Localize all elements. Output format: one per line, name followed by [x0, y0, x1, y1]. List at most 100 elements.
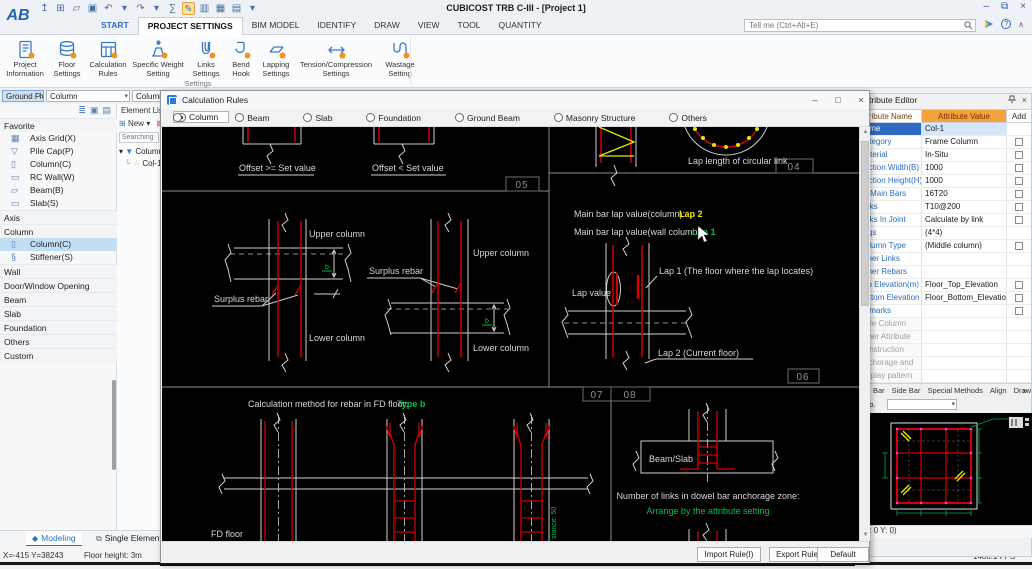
grid-view-icon[interactable]: ▤	[102, 105, 111, 116]
help-icon[interactable]: ?	[1001, 19, 1011, 29]
ribbon-button-calculation-rules[interactable]: Calculation Rules	[86, 37, 130, 78]
add-checkbox[interactable]	[1015, 138, 1023, 146]
list-view-icon[interactable]: ≣	[78, 105, 86, 116]
attribute-row-links[interactable]: LinksT10@200	[856, 201, 1031, 214]
tellme-input[interactable]	[744, 19, 976, 32]
radio-others[interactable]: Others	[669, 113, 707, 123]
tab-bim-model[interactable]: BIM MODEL	[243, 17, 309, 35]
sidebar-section-axis[interactable]: Axis	[0, 210, 117, 224]
attribute-value[interactable]: In-Situ	[922, 149, 1007, 161]
attribute-value[interactable]	[922, 357, 1007, 369]
radio-circle-icon[interactable]	[235, 113, 244, 122]
element-type-select[interactable]: Column▾	[46, 90, 130, 102]
attribute-row-core-column[interactable]: Core Column	[856, 318, 1031, 331]
attribute-row-construction[interactable]: Construction	[856, 344, 1031, 357]
add-checkbox[interactable]	[1015, 164, 1023, 172]
attr-tab-bar[interactable]: Bar	[873, 386, 885, 395]
radio-circle-icon[interactable]	[366, 113, 375, 122]
radio-beam[interactable]: Beam	[235, 113, 269, 123]
radio-circle-icon[interactable]	[669, 113, 678, 122]
attribute-value[interactable]: Frame Column	[922, 136, 1007, 148]
attribute-value[interactable]: 1000	[922, 175, 1007, 187]
ribbon-button-tension-compression-settings[interactable]: Tension/Compression Settings	[296, 37, 376, 78]
sidebar-item-stiffener-s[interactable]: §Stiffener(S)	[0, 251, 117, 264]
sidebar-section-beam[interactable]: Beam	[0, 292, 117, 306]
attribute-row-other-attribute[interactable]: Other Attribute	[856, 331, 1031, 344]
add-checkbox[interactable]	[1015, 203, 1023, 211]
sidebar-section-others[interactable]: Others	[0, 334, 117, 348]
tab-start[interactable]: START	[92, 17, 138, 35]
attribute-value[interactable]	[922, 305, 1007, 317]
close-icon[interactable]: ×	[1020, 1, 1026, 12]
new-element-button[interactable]: New	[128, 119, 144, 128]
add-checkbox[interactable]	[1015, 190, 1023, 198]
attribute-value[interactable]: 16T20	[922, 188, 1007, 200]
floor-select[interactable]: Ground Floor▾	[2, 90, 44, 102]
attribute-row-top-elevation-m[interactable]: Top Elevation(m)Floor_Top_Elevation	[856, 279, 1031, 292]
radio-foundation[interactable]: Foundation	[366, 113, 421, 123]
button-import-rule-i[interactable]: Import Rule(I)	[697, 547, 761, 562]
redo-icon[interactable]: ↷	[134, 2, 147, 15]
dialog-scrollbar[interactable]: ▲ ▼	[859, 127, 870, 541]
attribute-row-other-links[interactable]: Other Links	[856, 253, 1031, 266]
open-icon[interactable]: ▱	[70, 2, 83, 15]
attribute-row-other-rebars[interactable]: Other Rebars	[856, 266, 1031, 279]
tab-project-settings[interactable]: PROJECT SETTINGS	[138, 17, 243, 35]
pin-icon[interactable]	[1008, 95, 1016, 104]
table-icon[interactable]: ▥	[198, 2, 211, 15]
edit-highlight-icon[interactable]: ✎	[182, 2, 195, 15]
attr-tab-special-methods[interactable]: Special Methods	[927, 386, 982, 395]
dialog-maximize-icon[interactable]: □	[829, 94, 847, 107]
attribute-row-name[interactable]: NameCol-1	[856, 123, 1031, 136]
close-panel-icon[interactable]: ×	[1022, 95, 1027, 105]
element-search-input[interactable]	[119, 132, 159, 143]
attribute-row-section-height-h[interactable]: Section Height(H)1000	[856, 175, 1031, 188]
tab-quantity[interactable]: QUANTITY	[490, 17, 551, 35]
sidebar-section-wall[interactable]: Wall	[0, 264, 117, 278]
attr-tab-side-bar[interactable]: Side Bar	[892, 386, 921, 395]
attribute-row-material[interactable]: MaterialIn-Situ	[856, 149, 1031, 162]
attribute-value[interactable]: T10@200	[922, 201, 1007, 213]
attribute-value[interactable]	[922, 253, 1007, 265]
ribbon-button-floor-settings[interactable]: Floor Settings	[48, 37, 86, 78]
undo-icon[interactable]: ↶	[102, 2, 115, 15]
attribute-value[interactable]: 1000	[922, 162, 1007, 174]
radio-slab[interactable]: Slab	[303, 113, 332, 123]
radio-circle-icon[interactable]	[554, 113, 563, 122]
tab-modeling[interactable]: ◆Modeling	[26, 531, 82, 547]
scrollbar-thumb[interactable]	[861, 141, 869, 306]
ribbon-button-lapping-settings[interactable]: Lapping Settings	[256, 37, 296, 78]
sum-icon[interactable]: ∑	[166, 2, 179, 15]
tab-identify[interactable]: IDENTIFY	[308, 17, 365, 35]
tab-view[interactable]: VIEW	[409, 17, 449, 35]
add-checkbox[interactable]	[1015, 151, 1023, 159]
radio-circle-icon[interactable]	[455, 113, 464, 122]
attribute-value[interactable]	[922, 318, 1007, 330]
button-default[interactable]: Default	[817, 547, 869, 562]
sidebar-item-beam-b[interactable]: ▱Beam(B)	[0, 184, 117, 197]
element-tree-root[interactable]: ▾ ▼ Column	[119, 147, 163, 156]
redo-dropdown-icon[interactable]: ▾	[150, 2, 163, 15]
toolbar-overflow-icon[interactable]: ▾	[246, 2, 259, 15]
add-checkbox[interactable]	[1015, 177, 1023, 185]
radio-circle-icon[interactable]	[303, 113, 312, 122]
radio-masonry-structure[interactable]: Masonry Structure	[554, 113, 635, 123]
ribbon-button-specific-weight-setting[interactable]: Specific Weight Setting	[130, 37, 186, 78]
tab-draw[interactable]: DRAW	[365, 17, 409, 35]
attribute-row-category[interactable]: CategoryFrame Column	[856, 136, 1031, 149]
ribbon-button-links-settings[interactable]: Links Settings	[186, 37, 226, 78]
attribute-row-legs[interactable]: Legs(4*4)	[856, 227, 1031, 240]
attr-tab-align[interactable]: Align	[990, 386, 1007, 395]
attribute-row-all-main-bars[interactable]: All Main Bars16T20	[856, 188, 1031, 201]
tab-single-element[interactable]: ⧉Single Element	[90, 531, 168, 547]
attribute-row-bottom-elevation[interactable]: Bottom ElevationFloor_Bottom_Elevation	[856, 292, 1031, 305]
attribute-row-remarks[interactable]: Remarks	[856, 305, 1031, 318]
attribute-row-display-pattern[interactable]: Display pattern	[856, 370, 1031, 383]
attribute-row-column-type[interactable]: Column Type(Middle column)	[856, 240, 1031, 253]
restore-icon[interactable]: ⧉	[1001, 1, 1008, 12]
element-tree-item[interactable]: └ ☆ Col-1	[125, 159, 161, 168]
attribute-value[interactable]: Calculate by link	[922, 214, 1007, 226]
sidebar-item-pile-cap-p[interactable]: ▽Pile Cap(P)	[0, 145, 117, 158]
attribute-value[interactable]	[922, 331, 1007, 343]
tree-expander-icon[interactable]: ▾	[119, 147, 123, 156]
